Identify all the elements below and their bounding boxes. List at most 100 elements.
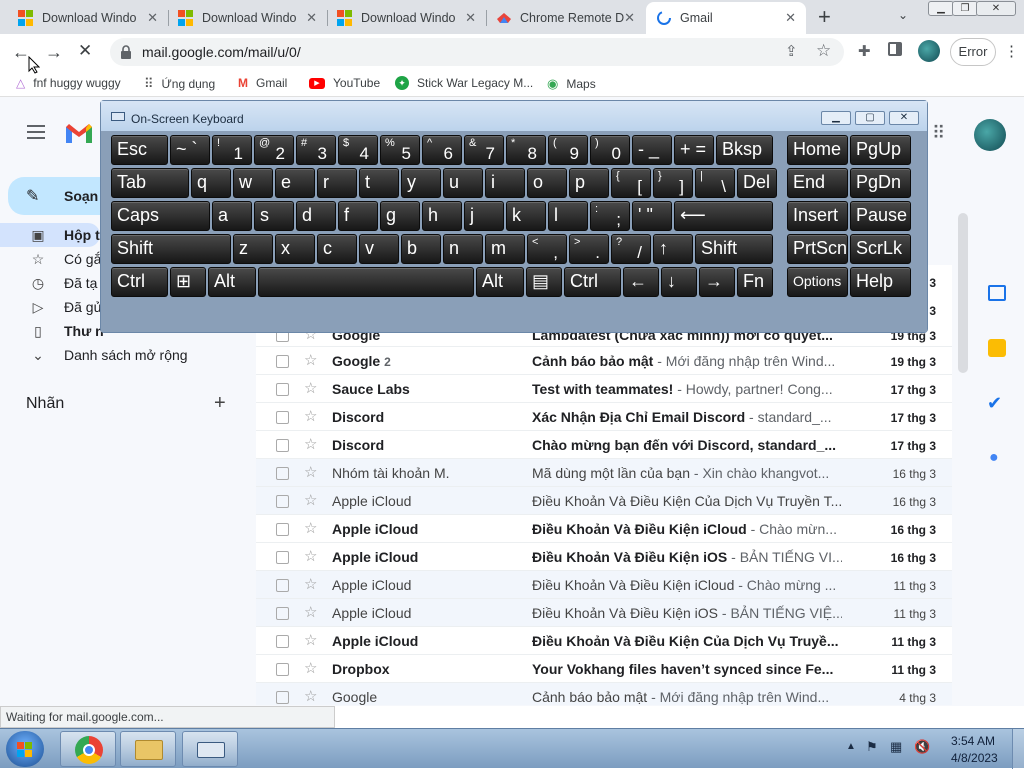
new-tab-button[interactable]: + [818, 4, 831, 30]
volume-muted-icon[interactable]: 🔇 [914, 739, 930, 755]
key-3-1[interactable]: z [233, 234, 273, 264]
extensions-puzzle-icon[interactable]: ✚ [858, 42, 871, 60]
osk-maximize-button[interactable]: ▢ [855, 111, 885, 125]
tab-search-icon[interactable]: ⌄ [898, 8, 908, 22]
key-0-15[interactable]: Home [787, 135, 848, 165]
network-icon[interactable]: ▦ [890, 739, 902, 755]
table-row[interactable]: ☆ Apple iCloud Điều Khoản Và Điều Kiện Củ… [256, 627, 952, 655]
select-checkbox[interactable] [276, 691, 289, 704]
profile-error-button[interactable]: Error [950, 38, 996, 66]
star-icon[interactable]: ☆ [304, 687, 317, 705]
key-1-16[interactable]: PgDn [850, 168, 911, 198]
star-icon[interactable]: ☆ [304, 519, 317, 537]
key-1-15[interactable]: End [787, 168, 848, 198]
table-row[interactable]: ☆ Dropbox Your Vokhang files haven’t sync… [256, 655, 952, 683]
bookmark-youtube[interactable]: ▶ YouTube [309, 76, 380, 90]
key-0-12[interactable]: - _ [632, 135, 672, 165]
taskbar-explorer[interactable] [120, 731, 176, 767]
stop-loading-icon[interactable]: ✕ [78, 41, 92, 61]
key-3-0[interactable]: Shift [111, 234, 231, 264]
close-tab-icon[interactable]: ✕ [465, 10, 476, 26]
table-row[interactable]: ☆ Sauce Labs Test with teammates! - Howdy… [256, 375, 952, 403]
close-tab-icon[interactable]: ✕ [306, 10, 317, 26]
add-label-icon[interactable]: + [214, 392, 226, 415]
select-checkbox[interactable] [276, 635, 289, 648]
clock-date[interactable]: 4/8/2023 [951, 751, 998, 765]
osk-minimize-button[interactable]: ▁ [821, 111, 851, 125]
scrollbar-thumb[interactable] [958, 213, 968, 373]
key-0-9[interactable]: * 8 [506, 135, 546, 165]
table-row[interactable]: ☆ Apple iCloud Điều Khoản Và Điều Kiện iC… [256, 571, 952, 599]
key-3-11[interactable]: ↑ [653, 234, 693, 264]
key-1-13[interactable]: | \ [695, 168, 735, 198]
account-avatar[interactable] [974, 119, 1006, 151]
select-checkbox[interactable] [276, 495, 289, 508]
key-3-13[interactable]: PrtScn [787, 234, 848, 264]
nav-inbox[interactable]: ▣ Hộp t [28, 223, 99, 247]
table-row[interactable]: ☆ Discord Chào mừng bạn đến với Discord, … [256, 431, 952, 459]
key-4-6[interactable]: Ctrl [564, 267, 621, 297]
key-1-6[interactable]: y [401, 168, 441, 198]
contacts-icon[interactable]: ● [989, 449, 999, 467]
select-checkbox[interactable] [276, 355, 289, 368]
key-4-8[interactable]: ↓ [661, 267, 697, 297]
tab-gmail[interactable]: Gmail ✕ [646, 2, 806, 34]
taskbar-chrome[interactable] [60, 731, 116, 767]
key-0-0[interactable]: Esc [111, 135, 168, 165]
lock-icon[interactable] [120, 45, 132, 59]
key-1-10[interactable]: p [569, 168, 609, 198]
close-tab-icon[interactable]: ✕ [147, 10, 158, 26]
select-checkbox[interactable] [276, 551, 289, 564]
table-row[interactable]: ☆ Google Cảnh báo bảo mật - Mới đăng nhập… [256, 683, 952, 705]
bookmark-star-icon[interactable]: ☆ [816, 41, 831, 61]
osk-close-button[interactable]: ✕ [889, 111, 919, 125]
select-checkbox[interactable] [276, 383, 289, 396]
table-row[interactable]: ☆ Apple iCloud Điều Khoản Và Điều Kiện iO… [256, 599, 952, 627]
key-1-12[interactable]: }] [653, 168, 693, 198]
key-0-6[interactable]: % 5 [380, 135, 420, 165]
star-icon[interactable]: ☆ [304, 575, 317, 593]
key-3-14[interactable]: ScrLk [850, 234, 911, 264]
key-0-4[interactable]: #3 [296, 135, 336, 165]
nav-snoozed[interactable]: ◷ Đã tạ [28, 271, 98, 295]
table-row[interactable]: ☆ Apple iCloud Điều Khoản Và Điều Kiện iC… [256, 515, 952, 543]
key-0-10[interactable]: (9 [548, 135, 588, 165]
key-2-10[interactable]: :; [590, 201, 630, 231]
show-hidden-icons[interactable]: ▲ [846, 741, 856, 752]
key-1-7[interactable]: u [443, 168, 483, 198]
bookmark-apps[interactable]: ⠿ Ứng dụng [144, 76, 215, 92]
key-4-4[interactable]: Alt [476, 267, 524, 297]
key-3-9[interactable]: >. [569, 234, 609, 264]
gmail-logo-icon[interactable] [64, 121, 94, 145]
key-1-4[interactable]: r [317, 168, 357, 198]
table-row[interactable]: ☆ Google 2 Cảnh báo bảo mật - Mới đăng nhậ… [256, 347, 952, 375]
close-tab-icon[interactable]: ✕ [624, 10, 635, 26]
key-0-11[interactable]: ) 0 [590, 135, 630, 165]
table-row[interactable]: ☆ Discord Xác Nhận Địa Chỉ Email Discord … [256, 403, 952, 431]
key-2-4[interactable]: f [338, 201, 378, 231]
hamburger-menu-icon[interactable] [27, 125, 45, 139]
key-0-14[interactable]: Bksp [716, 135, 773, 165]
key-4-0[interactable]: Ctrl [111, 267, 168, 297]
key-3-3[interactable]: c [317, 234, 357, 264]
calendar-icon[interactable] [988, 285, 1006, 301]
address-bar[interactable]: mail.google.com/mail/u/0/ ⇪ ☆ [110, 38, 844, 66]
key-2-12[interactable]: ⟵ [674, 201, 773, 231]
key-4-7[interactable]: ← [623, 267, 659, 297]
key-4-1[interactable]: ⊞ [170, 267, 206, 297]
key-2-14[interactable]: Pause [850, 201, 911, 231]
select-checkbox[interactable] [276, 579, 289, 592]
key-2-0[interactable]: Caps [111, 201, 210, 231]
osk-titlebar[interactable]: On-Screen Keyboard ▁ ▢ ✕ [101, 101, 927, 131]
bookmark-stickwar[interactable]: ✦ Stick War Legacy M... [395, 76, 533, 90]
tab-chrome-remote[interactable]: Chrome Remote D ✕ [486, 2, 645, 34]
key-3-4[interactable]: v [359, 234, 399, 264]
key-2-13[interactable]: Insert [787, 201, 848, 231]
key-1-1[interactable]: q [191, 168, 231, 198]
star-icon[interactable]: ☆ [304, 631, 317, 649]
tab-download-1[interactable]: Download Windo ✕ [8, 2, 169, 34]
star-icon[interactable]: ☆ [304, 379, 317, 397]
key-0-7[interactable]: ^ 6 [422, 135, 462, 165]
key-2-8[interactable]: k [506, 201, 546, 231]
close-window-button[interactable]: ✕ [976, 1, 1016, 16]
